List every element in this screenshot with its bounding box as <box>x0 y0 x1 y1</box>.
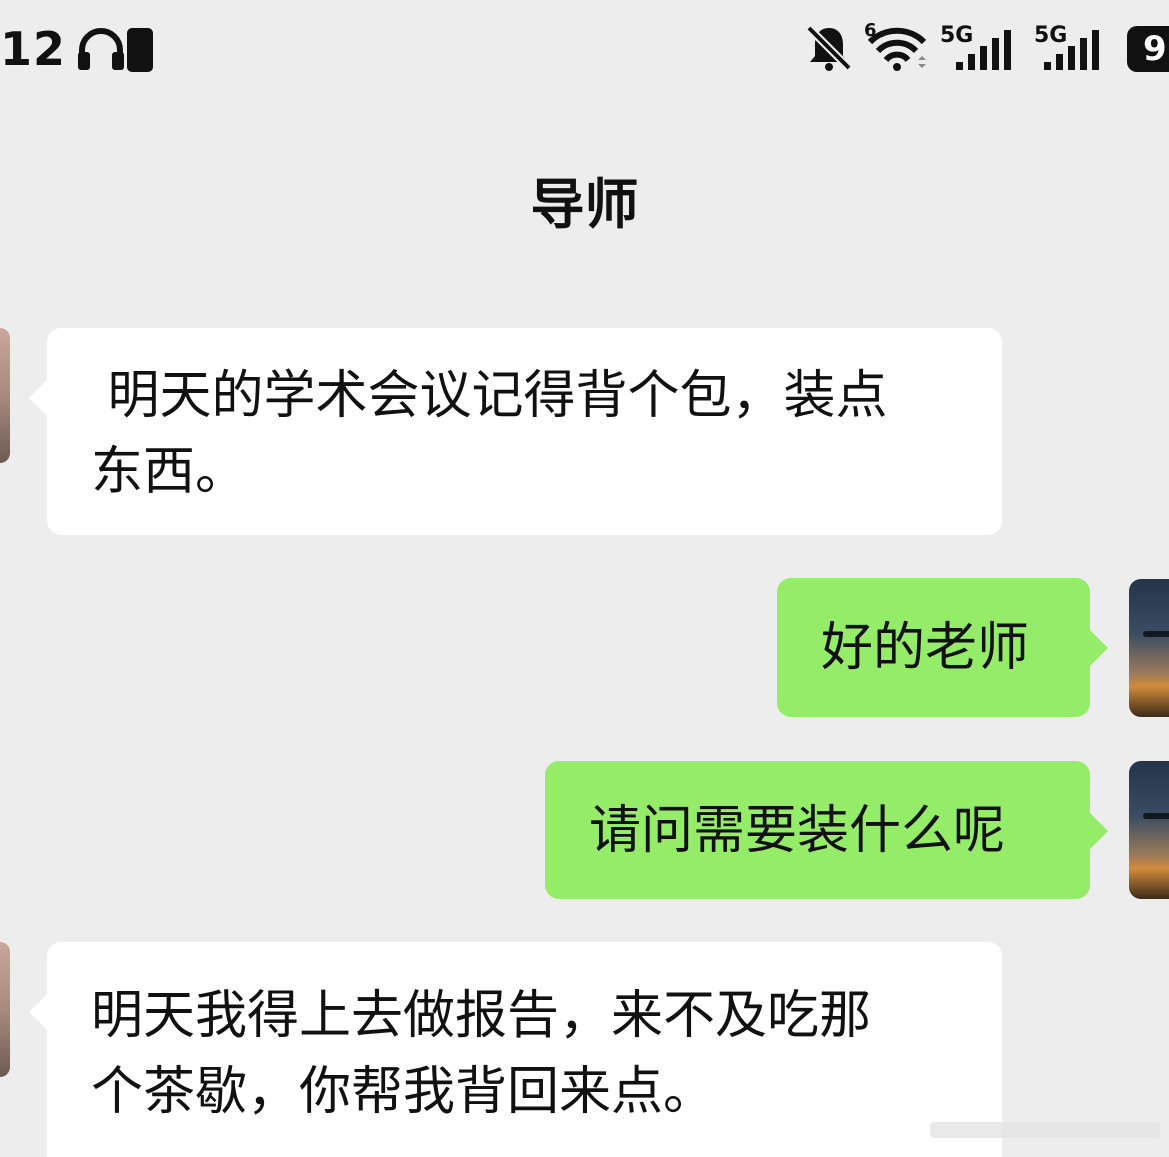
chat-title[interactable]: 导师 <box>0 160 1169 239</box>
my-avatar[interactable] <box>1129 761 1169 899</box>
contact-avatar[interactable] <box>0 328 10 463</box>
mute-bell-icon <box>806 25 852 71</box>
signal-5g-icon: 5G <box>1034 23 1099 70</box>
message-bubble-outgoing[interactable]: 请问需要装什么呢 <box>545 761 1108 899</box>
status-time: 12 <box>0 22 67 76</box>
status-bar: 12 6 5G 5G 9 <box>0 0 1169 100</box>
watermark-logo <box>930 1122 1160 1138</box>
message-bubble-incoming[interactable]: 明天我得上去做报告，来不及吃那 个茶歇，你帮我背回来点。 <box>29 942 1002 1157</box>
message-text: 请问需要装什么呢 <box>589 801 1006 861</box>
message-bubble-incoming[interactable]: 明天的学术会议记得背个包，装点 东西。 <box>29 328 1002 535</box>
message-bubble-outgoing[interactable]: 好的老师 <box>777 578 1108 717</box>
signal-5g-icon: 5G <box>940 23 1011 70</box>
my-avatar[interactable] <box>1129 579 1169 717</box>
network-label-1: 5G <box>940 23 973 48</box>
message-text: 好的老师 <box>821 618 1030 678</box>
battery-icon: 9 <box>1127 26 1169 72</box>
device-battery-icon <box>127 28 153 72</box>
network-label-2: 5G <box>1034 23 1067 48</box>
chat-screen: 12 6 5G 5G 9 导师 明天的学术会议记得背个包，装点 东西。 好的老师… <box>0 0 1169 1157</box>
contact-avatar[interactable] <box>0 942 10 1077</box>
message-text: 明天我得上去做报告，来不及吃那 个茶歇，你帮我背回来点。 <box>91 986 872 1122</box>
message-text: 明天的学术会议记得背个包，装点 东西。 <box>91 366 888 502</box>
headset-icon <box>78 28 124 70</box>
wifi-icon: 6 <box>864 20 927 71</box>
